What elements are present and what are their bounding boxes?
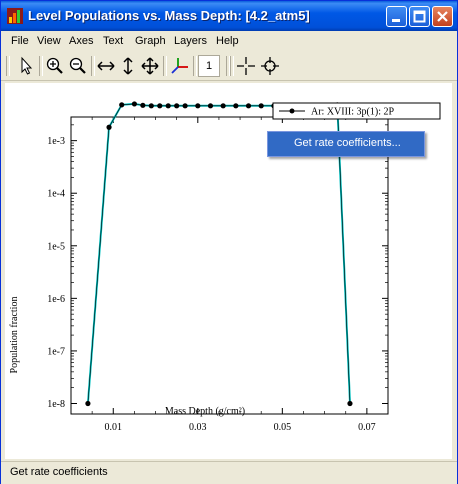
data-point	[85, 400, 91, 407]
data-point	[233, 103, 239, 109]
status-text: Get rate coefficients	[10, 466, 108, 478]
data-point	[220, 103, 226, 109]
data-point	[119, 102, 125, 108]
data-point	[245, 103, 252, 109]
x-axis-label: Mass Depth (g/cm²)	[165, 406, 245, 417]
y-tick-label: 1e-3	[47, 136, 65, 147]
close-button[interactable]	[432, 6, 453, 27]
legend-label: Ar: XVIII: 3p(1): 2P	[311, 107, 394, 118]
context-menu-get-rate-coefficients[interactable]: Get rate coefficients...	[294, 137, 401, 149]
maximize-button[interactable]	[409, 6, 430, 27]
app-icon	[7, 8, 23, 24]
crosshair-icon[interactable]	[235, 55, 257, 77]
data-point	[258, 103, 264, 109]
menu-text[interactable]: Text	[103, 35, 123, 47]
pointer-icon[interactable]	[15, 55, 37, 77]
data-point	[347, 400, 353, 407]
data-point	[182, 103, 188, 109]
menu-file[interactable]: File	[11, 35, 29, 47]
data-point	[131, 101, 137, 107]
x-tick-label: 0.07	[358, 422, 376, 433]
y-tick-label: 1e-5	[47, 241, 65, 252]
toolbar: 1	[1, 53, 457, 81]
menu-axes[interactable]: Axes	[69, 35, 93, 47]
vertical-arrows-icon[interactable]	[117, 55, 139, 77]
layer-number[interactable]: 1	[198, 55, 220, 77]
data-point	[174, 103, 180, 109]
minimize-button[interactable]	[386, 6, 407, 27]
toolbar-separator	[39, 56, 43, 76]
x-tick-label: 0.03	[189, 422, 207, 433]
y-tick-label: 1e-6	[47, 294, 65, 305]
minimize-icon	[392, 19, 400, 22]
data-point	[140, 102, 146, 108]
title-bar[interactable]: Level Populations vs. Mass Depth: [4.2_a…	[1, 1, 457, 31]
y-axis-label: Population fraction	[9, 297, 20, 374]
data-point	[106, 124, 112, 130]
toolbar-separator	[193, 56, 197, 76]
zoom-in-icon[interactable]	[44, 55, 66, 77]
axes-icon[interactable]	[168, 55, 190, 77]
y-tick-label: 1e-4	[47, 189, 65, 200]
toolbar-grip	[230, 56, 234, 76]
menu-bar: File View Axes Text Graph Layers Help	[1, 32, 457, 52]
screen-reader-icon[interactable]	[259, 55, 281, 77]
data-point	[207, 103, 214, 109]
maximize-icon	[413, 10, 426, 23]
status-bar: Get rate coefficients	[1, 461, 457, 484]
legend-marker	[289, 108, 295, 114]
x-tick-label: 0.01	[105, 422, 123, 433]
move-icon[interactable]	[139, 55, 161, 77]
data-point	[195, 103, 201, 109]
window-title: Level Populations vs. Mass Depth: [4.2_a…	[28, 8, 310, 23]
data-point	[165, 103, 171, 109]
y-tick-label: 1e-8	[47, 399, 65, 410]
toolbar-separator	[163, 56, 167, 76]
menu-view[interactable]: View	[37, 35, 61, 47]
context-menu: Get rate coefficients...	[267, 131, 425, 157]
menu-help[interactable]: Help	[216, 35, 239, 47]
toolbar-grip	[6, 56, 10, 76]
legend[interactable]: Ar: XVIII: 3p(1): 2P	[272, 102, 441, 120]
horizontal-arrows-icon[interactable]	[95, 55, 117, 77]
data-point	[148, 103, 154, 109]
x-tick-label: 0.05	[274, 422, 292, 433]
menu-graph[interactable]: Graph	[135, 35, 166, 47]
data-point	[157, 103, 163, 109]
app-window: Level Populations vs. Mass Depth: [4.2_a…	[0, 0, 458, 484]
menu-layers[interactable]: Layers	[174, 35, 207, 47]
y-tick-label: 1e-7	[47, 346, 65, 357]
zoom-out-icon[interactable]	[67, 55, 89, 77]
close-icon	[437, 11, 448, 22]
